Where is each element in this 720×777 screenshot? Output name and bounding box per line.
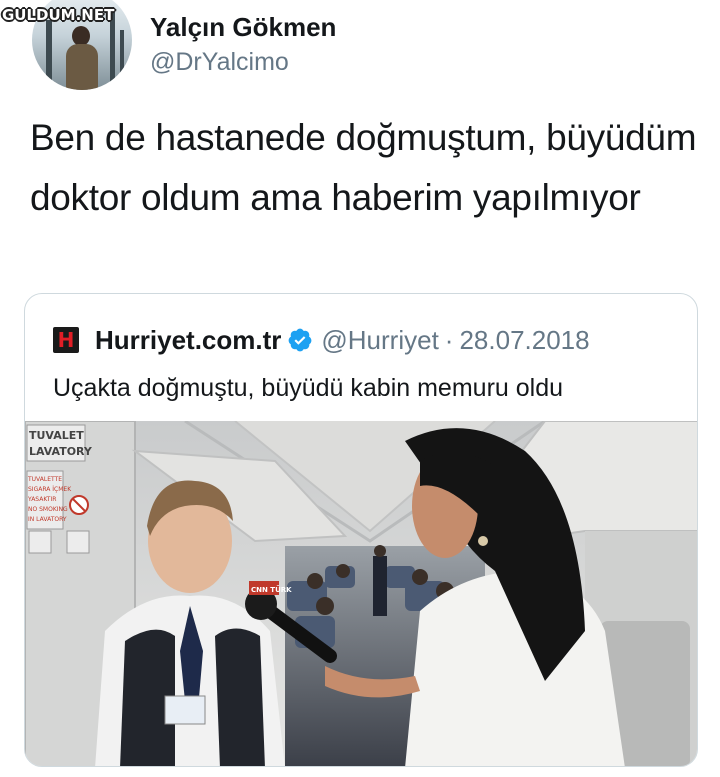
avatar-figure-head [72,26,90,46]
quoted-tweet-photo[interactable]: TUVALET LAVATORY TUVALETTE SIGARA İÇMEK … [25,421,697,766]
author-display-name[interactable]: Yalçın Gökmen [150,12,336,43]
avatar-figure-body [66,44,98,90]
separator-dot: · [444,324,454,355]
sign-small-4: NO SMOKING [28,506,68,513]
watermark: GULDUM.NET [2,6,115,24]
sign-small-1: TUVALETTE [27,476,62,483]
sign-small-5: IN LAVATORY [28,516,67,523]
quoted-tweet-card[interactable]: H Hurriyet.com.tr @Hurriyet · 28.07.2018… [24,293,698,767]
sign-line-2: LAVATORY [29,445,93,458]
sign-small-3: YASAKTIR [27,496,56,503]
sign-small-2: SIGARA İÇMEK [28,486,72,493]
author-handle[interactable]: @DrYalcimo [150,48,289,77]
cabin-photo-illustration: TUVALET LAVATORY TUVALETTE SIGARA İÇMEK … [25,421,697,766]
verified-badge-icon [289,328,312,352]
avatar-tree [46,20,52,90]
mic-label: CNN TÜRK [251,585,292,594]
quoted-display-name[interactable]: Hurriyet.com.tr [95,325,281,356]
hurriyet-logo-icon: H [53,327,79,353]
avatar-tree [120,30,124,90]
quoted-handle[interactable]: @Hurriyet [321,325,438,356]
quoted-tweet-text: Uçakta doğmuştu, büyüdü kabin memuru old… [53,374,564,402]
quoted-date[interactable]: 28.07.2018 [459,325,589,356]
quoted-tweet-header: H Hurriyet.com.tr @Hurriyet · 28.07.2018 [53,324,590,356]
tweet-text: Ben de hastanede doğmuştum, büyüdüm dokt… [30,117,697,218]
sign-line-1: TUVALET [29,429,84,442]
